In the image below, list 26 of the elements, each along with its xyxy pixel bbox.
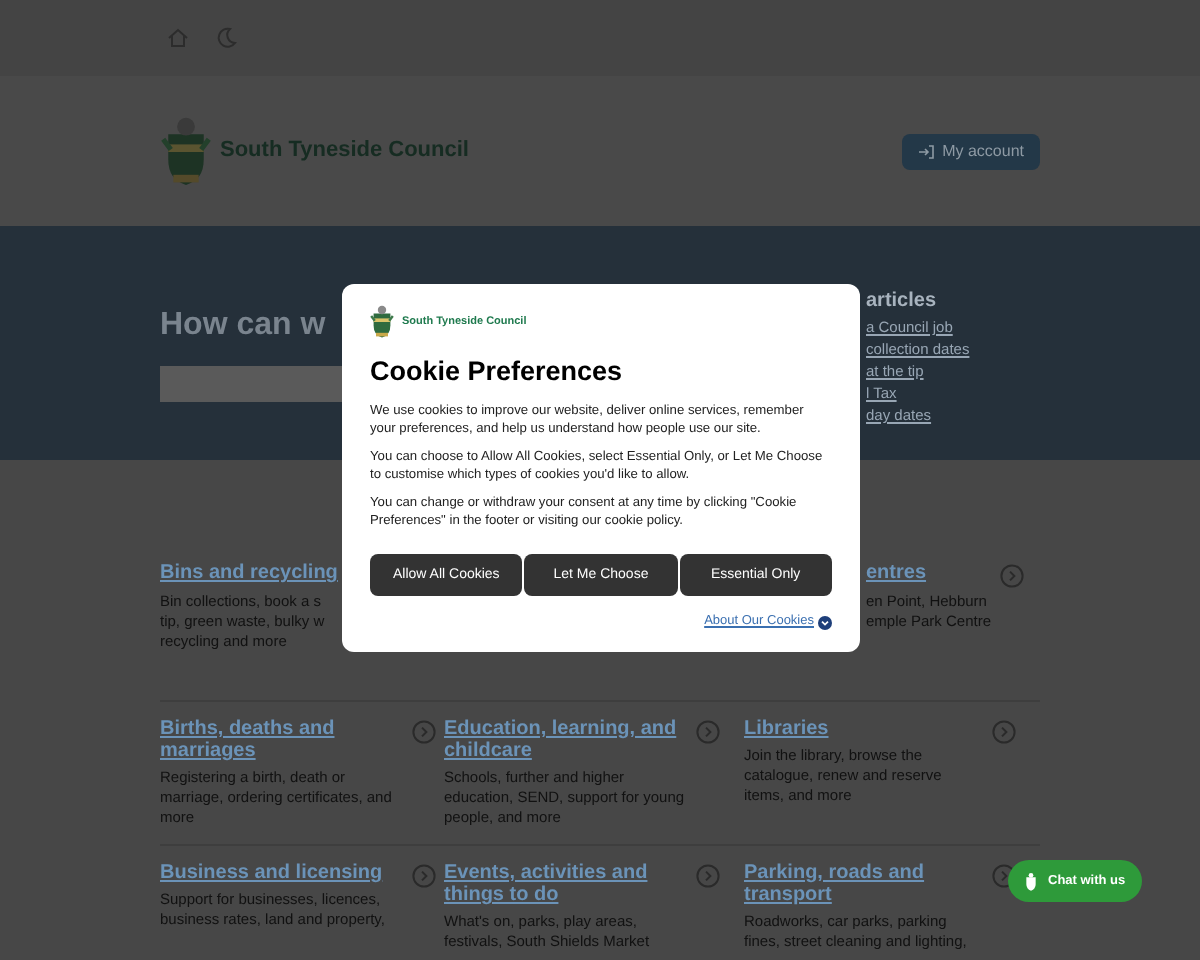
- service-link[interactable]: entres: [866, 562, 927, 584]
- hero-heading: How can w: [160, 306, 328, 346]
- home-icon[interactable]: [166, 26, 190, 50]
- crest-icon: [1024, 871, 1038, 891]
- service-link[interactable]: Births, deaths and marriages: [160, 718, 404, 762]
- dialog-title: Cookie Preferences: [370, 354, 625, 390]
- chevron-down-circle-icon: [818, 615, 832, 630]
- chevron-right-circle-icon: [1000, 564, 1024, 588]
- service-link[interactable]: Education, learning, and childcare: [444, 718, 688, 762]
- login-icon: [918, 143, 935, 159]
- chevron-right-circle-icon: [696, 864, 720, 888]
- my-account-button[interactable]: My account: [902, 133, 1040, 169]
- chevron-right-circle-icon: [992, 720, 1016, 744]
- chevron-right-circle-icon: [412, 720, 436, 744]
- service-link[interactable]: Bins and recycling: [160, 562, 338, 584]
- council-crest-icon: [370, 304, 394, 340]
- moon-icon[interactable]: [214, 26, 238, 50]
- search-field[interactable]: [160, 366, 342, 402]
- council-crest-icon: [160, 113, 212, 189]
- popular-articles-heading: articles: [866, 288, 937, 316]
- service-link[interactable]: Events, activities and things to do: [444, 862, 688, 906]
- chevron-right-circle-icon: [696, 720, 720, 744]
- service-link[interactable]: Business and licensing: [160, 862, 383, 884]
- chevron-right-circle-icon: [412, 864, 436, 888]
- service-link[interactable]: Parking, roads and transport: [744, 862, 984, 906]
- service-link[interactable]: Libraries: [744, 718, 829, 740]
